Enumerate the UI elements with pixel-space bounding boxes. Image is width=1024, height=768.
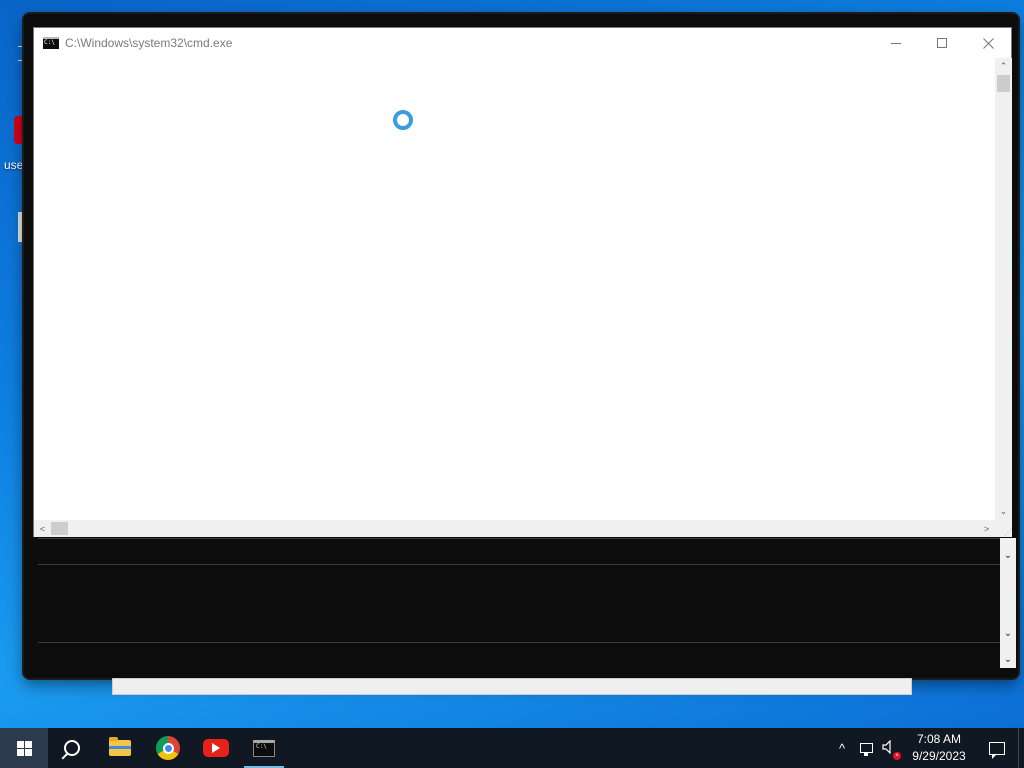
clock-time: 7:08 AM [916,732,962,746]
desktop-icon-label[interactable]: use [4,158,23,172]
scroll-right-icon[interactable]: > [978,520,995,537]
search-icon [64,740,80,756]
action-center-button[interactable] [976,728,1018,768]
chevron-up-icon: ^ [838,740,846,756]
scroll-thumb[interactable] [51,522,68,535]
cmd-window[interactable]: C:\Windows\system32\cmd.exe ⌃ ⌄ < > ⋰ [33,27,1012,537]
minimize-icon [891,42,901,44]
desktop-edge-mark [18,46,22,47]
scroll-left-icon[interactable]: < [34,520,51,537]
system-tray: ^ × 7:08 AM 9/29/2023 [830,728,1024,768]
show-hidden-icons-button[interactable]: ^ [830,728,854,768]
folder-icon [109,737,131,756]
youtube-button[interactable] [192,728,240,768]
vertical-scrollbar[interactable]: ⌃ ⌄ [995,58,1012,520]
close-button[interactable] [965,28,1011,58]
horizontal-scrollbar[interactable]: < > [34,520,995,537]
loading-spinner-icon [393,110,413,130]
desktop-edge-mark [18,60,22,61]
console-scrollbar[interactable]: ⌄ [1000,642,1016,668]
window-title: C:\Windows\system32\cmd.exe [65,36,233,50]
console-pane [38,538,1000,564]
console-pane [38,642,1000,668]
resize-grip-icon[interactable]: ⋰ [995,520,1012,537]
chrome-icon [156,736,180,760]
taskbar: C:\ ^ × 7:08 AM 9/29/2023 [0,728,1024,768]
search-button[interactable] [48,728,96,768]
desktop-file-icon[interactable] [18,212,22,242]
youtube-icon [203,739,229,757]
windows-icon [16,740,32,756]
close-icon [982,37,994,49]
chevron-down-icon[interactable]: ⌄ [1004,628,1012,639]
title-bar[interactable]: C:\Windows\system32\cmd.exe [34,28,1011,58]
scroll-thumb[interactable] [997,75,1010,92]
maximize-icon [937,38,947,48]
console-pane [38,564,1000,642]
network-icon [859,743,873,756]
maximize-button[interactable] [919,28,965,58]
network-button[interactable] [854,728,878,768]
minimize-button[interactable] [873,28,919,58]
mute-badge-icon: × [893,751,901,760]
console-icon: C:\ [253,739,275,757]
notification-icon [989,741,1005,759]
command-prompt-button[interactable]: C:\ [240,728,288,768]
console-scrollbar[interactable]: ⌄ [1000,538,1016,564]
clock-date: 9/29/2023 [912,749,966,763]
chevron-down-icon[interactable]: ⌄ [1004,550,1012,561]
scroll-up-icon[interactable]: ⌃ [995,58,1012,75]
volume-button[interactable]: × [878,728,902,768]
file-explorer-button[interactable] [96,728,144,768]
console-scrollbar[interactable]: ⌄ [1000,564,1016,642]
background-window-edge [112,678,912,695]
chrome-button[interactable] [144,728,192,768]
start-button[interactable] [0,728,48,768]
console-icon [43,37,59,49]
caption-buttons [873,28,1011,58]
console-content-area[interactable] [34,58,997,520]
chevron-down-icon[interactable]: ⌄ [1004,654,1012,665]
scroll-down-icon[interactable]: ⌄ [995,503,1012,520]
clock[interactable]: 7:08 AM 9/29/2023 [902,728,976,768]
show-desktop-button[interactable] [1018,728,1024,768]
